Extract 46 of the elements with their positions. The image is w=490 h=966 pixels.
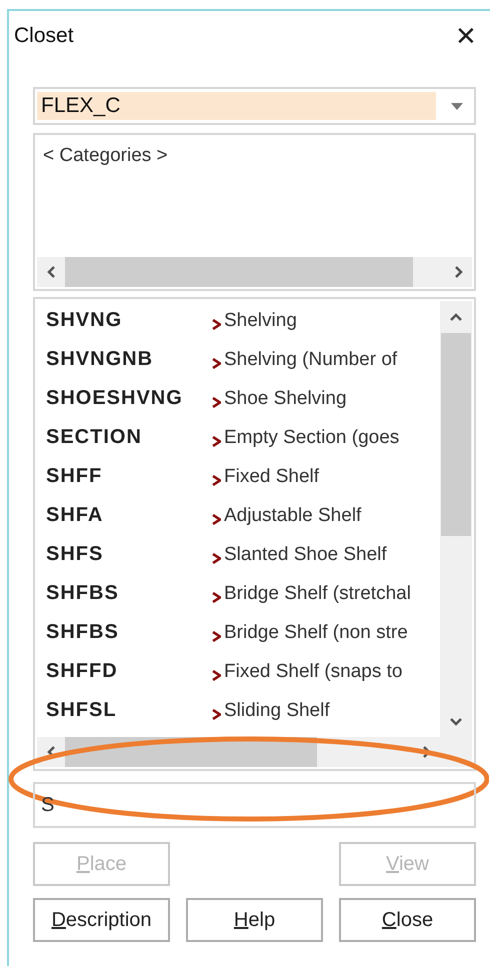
chevron-icon — [212, 670, 221, 681]
item-code[interactable]: SECTION — [46, 426, 212, 449]
dropdown-value: FLEX_C — [37, 92, 436, 120]
chevron-icon — [212, 358, 221, 369]
item-description: Sliding Shelf — [224, 700, 330, 722]
item-description: Fixed Shelf — [224, 466, 320, 488]
item-code[interactable]: SHFS — [46, 543, 212, 566]
scrollbar-thumb[interactable] — [441, 333, 471, 536]
list-item[interactable]: < Categories > — [43, 145, 472, 167]
chevron-icon — [212, 553, 221, 564]
item-description: Shelving (Number of — [224, 348, 398, 370]
chevron-icon — [212, 319, 221, 330]
scrollbar-thumb[interactable] — [65, 257, 413, 287]
chevron-icon — [212, 436, 221, 447]
item-code[interactable]: SHVNGNB — [46, 348, 212, 371]
window-title: Closet — [14, 24, 74, 48]
item-code[interactable]: SHFF — [46, 465, 212, 488]
vertical-scrollbar[interactable] — [440, 301, 472, 737]
item-code[interactable]: SHOESHVNG — [46, 387, 212, 410]
close-icon[interactable]: ✕ — [450, 23, 482, 49]
caret-icon — [451, 102, 463, 110]
item-description: Adjustable Shelf — [224, 504, 362, 526]
item-description: Fixed Shelf (snaps to — [224, 660, 402, 682]
item-description: Bridge Shelf (stretchal — [224, 582, 411, 604]
item-code[interactable]: SHFFD — [46, 660, 212, 683]
chevron-icon — [212, 475, 221, 486]
chevron-icon — [212, 631, 221, 642]
item-description: Shelving — [224, 310, 297, 332]
item-description: Bridge Shelf (non stre — [224, 622, 408, 644]
close-button[interactable]: Close — [339, 898, 476, 942]
item-description: Shoe Shelving — [224, 388, 347, 410]
item-code[interactable]: SHFA — [46, 504, 212, 527]
help-button[interactable]: Help — [186, 898, 323, 942]
item-code[interactable]: SHFBS — [46, 621, 212, 644]
horizontal-scrollbar[interactable] — [37, 257, 472, 287]
item-description: Slanted Shoe Shelf — [224, 544, 387, 566]
item-description: Empty Section (goes — [224, 426, 400, 448]
chevron-icon — [212, 514, 221, 525]
item-code[interactable]: SHFSL — [46, 699, 212, 722]
chevron-icon — [212, 709, 221, 720]
item-code[interactable]: SHFBS — [46, 582, 212, 605]
library-dropdown[interactable]: FLEX_C — [33, 87, 476, 125]
item-code[interactable]: SHVNG — [46, 309, 212, 332]
chevron-icon — [212, 397, 221, 408]
description-button[interactable]: Description — [33, 898, 170, 942]
chevron-icon — [212, 592, 221, 603]
